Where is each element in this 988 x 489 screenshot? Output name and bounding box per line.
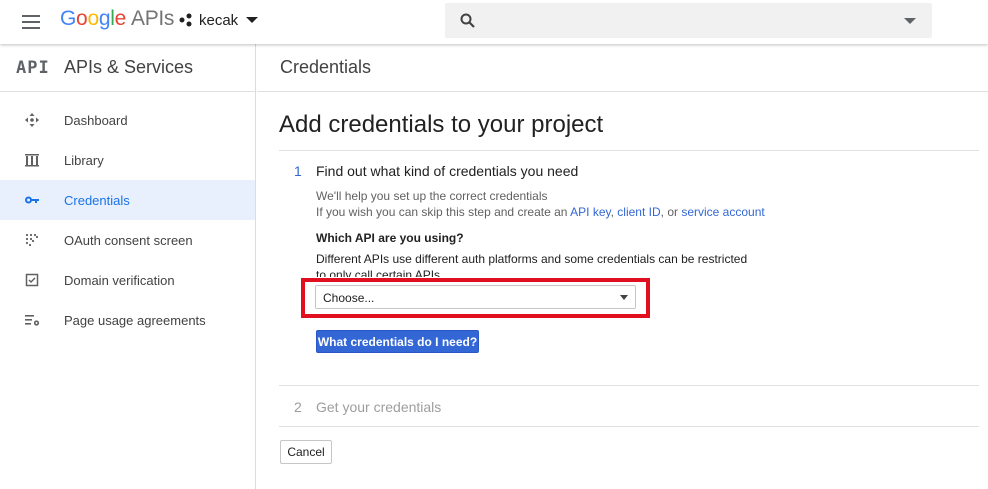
- api-logo-icon: API: [16, 57, 50, 78]
- chevron-down-icon: [246, 17, 259, 23]
- divider: [279, 385, 979, 386]
- client-id-link[interactable]: client ID: [617, 205, 660, 219]
- sidebar-title: APIs & Services: [64, 57, 194, 77]
- dashboard-icon: [24, 112, 40, 128]
- cancel-button[interactable]: Cancel: [280, 440, 332, 464]
- sidebar-item-page-usage-agreements[interactable]: Page usage agreements: [0, 300, 255, 340]
- step-1-help-line-1: We'll help you set up the correct creden…: [316, 189, 548, 203]
- page-header-title: Credentials: [280, 57, 372, 77]
- sidebar-item-credentials[interactable]: Credentials: [0, 180, 255, 220]
- api-key-link[interactable]: API key: [570, 205, 610, 219]
- sidebar: API APIs & Services Dashboard Library Cr…: [0, 44, 256, 489]
- menu-icon[interactable]: [20, 12, 42, 32]
- step-1-title: Find out what kind of credentials you ne…: [316, 163, 579, 179]
- search-dropdown-icon[interactable]: [904, 18, 916, 24]
- top-app-bar: Google APIs kecak: [0, 0, 988, 44]
- oauth-consent-icon: [24, 232, 40, 248]
- google-apis-logo[interactable]: Google APIs: [60, 7, 174, 31]
- settings-list-icon: [24, 312, 40, 328]
- search-input[interactable]: [445, 3, 932, 38]
- sidebar-item-library[interactable]: Library: [0, 140, 255, 180]
- sidebar-item-label: Dashboard: [64, 112, 128, 128]
- checkbox-icon: [24, 272, 40, 288]
- sidebar-nav: Dashboard Library Credentials OAuth cons…: [0, 92, 255, 340]
- page-title: Add credentials to your project: [279, 111, 604, 138]
- project-icon: [179, 13, 192, 27]
- highlight-box: [301, 278, 650, 318]
- key-icon: [24, 192, 40, 208]
- search-icon: [460, 13, 475, 28]
- api-question-label: Which API are you using?: [316, 231, 464, 245]
- sidebar-item-domain-verification[interactable]: Domain verification: [0, 260, 255, 300]
- divider: [279, 150, 979, 151]
- what-credentials-button[interactable]: What credentials do I need?: [316, 330, 479, 353]
- project-selector[interactable]: kecak: [179, 8, 259, 32]
- sidebar-item-label: Page usage agreements: [64, 312, 206, 328]
- sidebar-item-label: OAuth consent screen: [64, 232, 193, 248]
- sidebar-item-label: Library: [64, 152, 104, 168]
- sidebar-header: API APIs & Services: [0, 44, 255, 92]
- service-account-link[interactable]: service account: [681, 205, 764, 219]
- step-1-number: 1: [294, 163, 302, 179]
- divider: [279, 426, 979, 427]
- step-2-title: Get your credentials: [316, 399, 442, 415]
- sidebar-item-label: Domain verification: [64, 272, 175, 288]
- sidebar-item-label: Credentials: [64, 192, 130, 208]
- main-content: Credentials Add credentials to your proj…: [257, 44, 988, 489]
- sidebar-item-dashboard[interactable]: Dashboard: [0, 100, 255, 140]
- sidebar-item-oauth-consent-screen[interactable]: OAuth consent screen: [0, 220, 255, 260]
- step-2-number: 2: [294, 399, 302, 415]
- project-name: kecak: [199, 11, 239, 29]
- step-1-help-line-2: If you wish you can skip this step and c…: [316, 204, 765, 220]
- api-question-description: Different APIs use different auth platfo…: [316, 252, 748, 277]
- main-header: Credentials: [257, 44, 988, 92]
- library-icon: [24, 152, 40, 168]
- help-separator: , or: [660, 205, 682, 219]
- help-text: If you wish you can skip this step and c…: [316, 205, 571, 219]
